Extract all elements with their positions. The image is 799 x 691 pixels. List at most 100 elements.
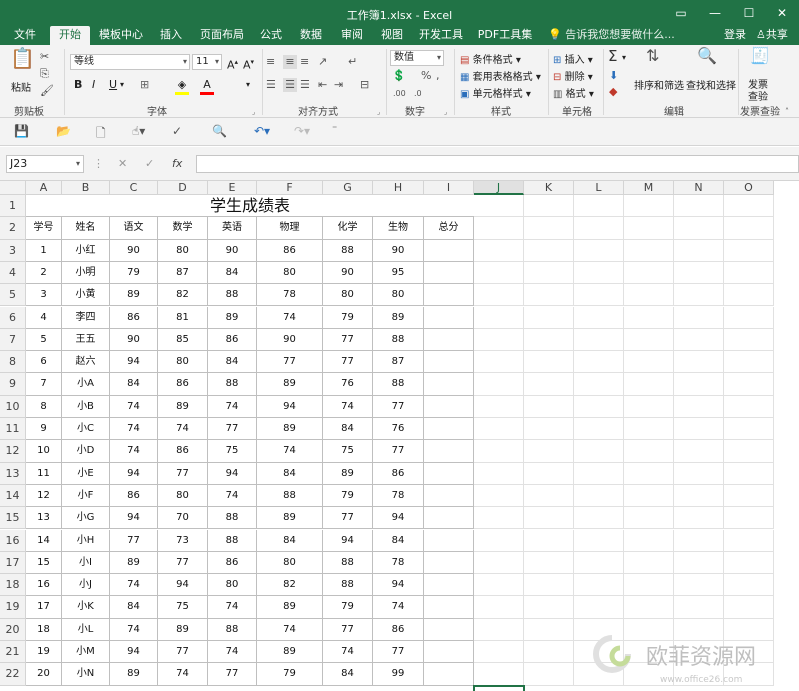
data-cell[interactable]: 94 bbox=[110, 641, 158, 664]
cell[interactable] bbox=[524, 239, 574, 262]
row-header-20[interactable]: 20 bbox=[0, 618, 26, 641]
tab-1[interactable]: 开始 bbox=[50, 26, 90, 45]
cell[interactable] bbox=[574, 507, 624, 530]
cell[interactable] bbox=[724, 351, 774, 374]
select-all-corner[interactable] bbox=[0, 181, 26, 195]
decrease-indent-icon[interactable]: ⇤ bbox=[318, 78, 327, 92]
data-cell[interactable]: 84 bbox=[257, 529, 323, 552]
data-cell[interactable]: 74 bbox=[110, 618, 158, 641]
maximize-button[interactable]: ☐ bbox=[732, 0, 766, 26]
cell[interactable] bbox=[524, 328, 574, 352]
data-cell[interactable] bbox=[424, 574, 474, 597]
active-cell[interactable] bbox=[473, 684, 525, 691]
data-cell[interactable]: 80 bbox=[158, 351, 208, 374]
cell[interactable] bbox=[474, 574, 524, 597]
cell[interactable] bbox=[474, 395, 524, 418]
data-cell[interactable]: 79 bbox=[323, 306, 373, 329]
font-name-select[interactable]: 等线 ▾ bbox=[70, 54, 190, 70]
font-size-select[interactable]: 11 ▾ bbox=[192, 54, 222, 70]
data-cell[interactable]: 88 bbox=[323, 239, 373, 262]
row-header-17[interactable]: 17 bbox=[0, 551, 26, 575]
orientation-icon[interactable]: ↗ bbox=[318, 55, 327, 69]
close-button[interactable]: ✕ bbox=[765, 0, 799, 26]
data-cell[interactable]: 75 bbox=[323, 440, 373, 463]
cell[interactable] bbox=[674, 596, 724, 619]
data-cell[interactable] bbox=[424, 551, 474, 575]
cell[interactable] bbox=[474, 418, 524, 441]
cell[interactable] bbox=[474, 641, 524, 664]
cell[interactable] bbox=[474, 328, 524, 352]
data-cell[interactable]: 84 bbox=[323, 663, 373, 686]
cell[interactable] bbox=[524, 195, 574, 218]
data-cell[interactable]: 77 bbox=[373, 641, 424, 664]
data-cell[interactable]: 9 bbox=[26, 418, 62, 441]
cell[interactable] bbox=[474, 596, 524, 619]
data-cell[interactable]: 77 bbox=[323, 351, 373, 374]
align-middle-icon[interactable]: ≡ bbox=[283, 55, 297, 69]
data-cell[interactable]: 90 bbox=[373, 239, 424, 262]
redo-icon[interactable]: ↷▾ bbox=[294, 124, 310, 138]
data-cell[interactable]: 小N bbox=[62, 663, 110, 686]
data-cell[interactable]: 74 bbox=[110, 574, 158, 597]
tab-5[interactable]: 公式 bbox=[253, 26, 289, 45]
data-cell[interactable]: 77 bbox=[158, 462, 208, 485]
cell[interactable] bbox=[574, 574, 624, 597]
column-header-l[interactable]: L bbox=[574, 181, 624, 195]
open-folder-icon[interactable]: 📂 bbox=[56, 124, 71, 138]
cell[interactable] bbox=[474, 440, 524, 463]
clear-icon[interactable]: ◆ bbox=[609, 85, 617, 99]
cell[interactable] bbox=[524, 217, 574, 240]
data-cell[interactable] bbox=[424, 306, 474, 329]
cell[interactable] bbox=[724, 596, 774, 619]
cell[interactable] bbox=[724, 306, 774, 329]
cell[interactable] bbox=[524, 551, 574, 575]
data-cell[interactable]: 77 bbox=[323, 328, 373, 352]
align-right-icon[interactable]: ☰ bbox=[300, 78, 310, 92]
cell[interactable] bbox=[524, 462, 574, 485]
data-cell[interactable]: 74 bbox=[110, 440, 158, 463]
cell[interactable] bbox=[524, 261, 574, 285]
data-cell[interactable]: 小明 bbox=[62, 261, 110, 285]
data-cell[interactable]: 88 bbox=[373, 373, 424, 396]
row-header-9[interactable]: 9 bbox=[0, 373, 26, 396]
borders-icon[interactable]: ⊞ bbox=[140, 78, 149, 92]
data-cell[interactable]: 74 bbox=[257, 306, 323, 329]
data-cell[interactable]: 86 bbox=[158, 373, 208, 396]
row-header-7[interactable]: 7 bbox=[0, 328, 26, 352]
insert-cells-button[interactable]: ⊞ 插入 ▾ bbox=[553, 51, 593, 66]
data-cell[interactable]: 赵六 bbox=[62, 351, 110, 374]
shrink-font-icon[interactable]: A▾ bbox=[243, 55, 254, 73]
data-cell[interactable]: 小J bbox=[62, 574, 110, 597]
column-header-m[interactable]: M bbox=[624, 181, 674, 195]
cell[interactable] bbox=[624, 462, 674, 485]
data-cell[interactable]: 小C bbox=[62, 418, 110, 441]
cell[interactable] bbox=[674, 261, 724, 285]
data-cell[interactable]: 94 bbox=[110, 507, 158, 530]
data-cell[interactable]: 小G bbox=[62, 507, 110, 530]
data-cell[interactable]: 89 bbox=[257, 596, 323, 619]
fill-icon[interactable]: ⬇ bbox=[609, 69, 618, 83]
confirm-entry-icon[interactable]: ✓ bbox=[145, 157, 154, 170]
cell[interactable] bbox=[574, 596, 624, 619]
data-cell[interactable]: 84 bbox=[373, 529, 424, 552]
tab-2[interactable]: 模板中心 bbox=[94, 26, 148, 45]
cell[interactable] bbox=[724, 462, 774, 485]
data-cell[interactable]: 74 bbox=[373, 596, 424, 619]
data-cell[interactable]: 小E bbox=[62, 462, 110, 485]
header-cell[interactable]: 学号 bbox=[26, 217, 62, 240]
data-cell[interactable]: 5 bbox=[26, 328, 62, 352]
cell[interactable] bbox=[624, 306, 674, 329]
cell[interactable] bbox=[574, 217, 624, 240]
data-cell[interactable]: 77 bbox=[257, 351, 323, 374]
cell[interactable] bbox=[724, 195, 774, 218]
data-cell[interactable]: 19 bbox=[26, 641, 62, 664]
data-cell[interactable]: 86 bbox=[373, 462, 424, 485]
data-cell[interactable]: 89 bbox=[110, 551, 158, 575]
bold-button[interactable]: B bbox=[74, 78, 82, 92]
paste-button[interactable]: 粘贴 bbox=[11, 79, 31, 94]
header-cell[interactable]: 姓名 bbox=[62, 217, 110, 240]
cell[interactable] bbox=[524, 529, 574, 552]
cell[interactable] bbox=[524, 395, 574, 418]
cell[interactable] bbox=[674, 217, 724, 240]
data-cell[interactable]: 88 bbox=[208, 618, 257, 641]
